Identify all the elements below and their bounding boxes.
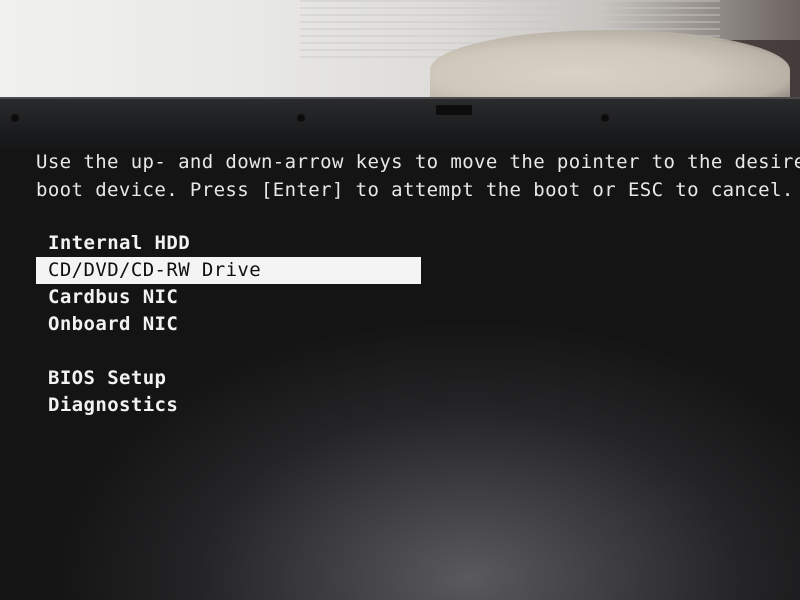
boot-option-internal-hdd[interactable]: Internal HDD — [36, 230, 421, 257]
diagnostics-option[interactable]: Diagnostics — [36, 392, 421, 419]
boot-option-cardbus-nic[interactable]: Cardbus NIC — [36, 284, 421, 311]
webcam — [436, 105, 472, 115]
boot-option-onboard-nic[interactable]: Onboard NIC — [36, 311, 421, 338]
photo-scene: Use the up- and down-arrow keys to move … — [0, 0, 800, 600]
boot-device-menu: Internal HDD CD/DVD/CD-RW Drive Cardbus … — [36, 230, 421, 419]
boot-option-cd-dvd-drive[interactable]: CD/DVD/CD-RW Drive — [36, 257, 421, 284]
instruction-line-2: boot device. Press [Enter] to attempt th… — [36, 179, 794, 201]
instruction-line-1: Use the up- and down-arrow keys to move … — [36, 151, 800, 173]
menu-spacer — [36, 338, 421, 365]
bios-screen: Use the up- and down-arrow keys to move … — [0, 148, 800, 600]
laptop-bezel — [0, 97, 800, 154]
bezel-bumper — [600, 113, 610, 123]
bezel-bumper — [10, 113, 20, 123]
room-background — [0, 0, 800, 110]
bezel-bumper — [296, 113, 306, 123]
bios-setup-option[interactable]: BIOS Setup — [36, 365, 421, 392]
